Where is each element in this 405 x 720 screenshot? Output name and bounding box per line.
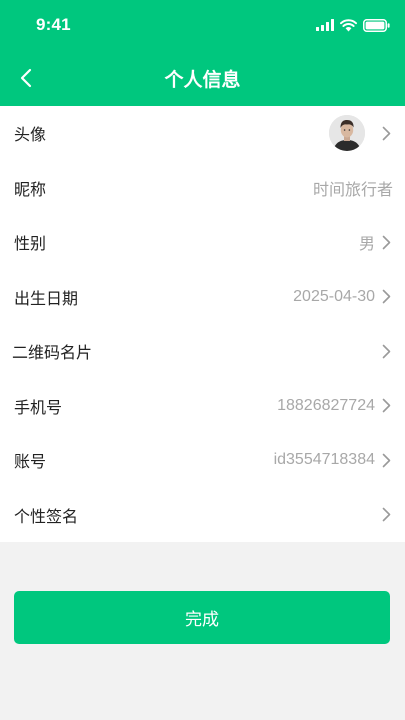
status-time: 9:41 [36, 15, 71, 34]
chevron-right-icon [381, 289, 391, 305]
page-title: 个人信息 [164, 69, 241, 91]
row-label-birthday: 出生日期 [14, 288, 79, 308]
row-label-signature: 个性签名 [14, 506, 79, 526]
profile-info-list: 头像 昵称 时间旅行者 性别 男 出生日期 2025-04-30 二维码名片 手… [0, 106, 405, 542]
chevron-right-icon [381, 234, 391, 250]
row-label-qr-card: 二维码名片 [12, 343, 93, 363]
row-value-account: id3554718384 [273, 451, 375, 469]
row-label-account: 账号 [14, 452, 47, 472]
status-bar: 9:41 [0, 0, 405, 52]
row-label-phone: 手机号 [14, 397, 63, 417]
avatar[interactable] [329, 115, 365, 152]
avatar-photo-icon [329, 115, 365, 152]
row-signature[interactable]: 个性签名 [0, 488, 405, 543]
chevron-right-icon [381, 125, 391, 141]
row-nickname[interactable]: 昵称 时间旅行者 [0, 161, 405, 216]
row-qr-card[interactable]: 二维码名片 [0, 324, 405, 379]
chevron-right-icon [381, 507, 391, 523]
chevron-right-icon [381, 452, 391, 468]
row-value-birthday: 2025-04-30 [293, 287, 375, 305]
row-label-nickname: 昵称 [14, 179, 47, 199]
row-phone[interactable]: 手机号 18826827724 [0, 379, 405, 434]
wifi-icon [340, 18, 357, 31]
done-button[interactable]: 完成 [14, 591, 390, 644]
row-value-nickname: 时间旅行者 [312, 181, 393, 199]
row-label-gender: 性别 [14, 234, 47, 254]
row-value-gender: 男 [358, 236, 375, 254]
row-label-avatar: 头像 [14, 125, 47, 145]
row-value-phone: 18826827724 [277, 396, 375, 414]
battery-icon [363, 18, 390, 32]
signal-icon [316, 19, 334, 31]
nav-bar: 个人信息 [0, 52, 405, 106]
row-birthday[interactable]: 出生日期 2025-04-30 [0, 270, 405, 325]
row-gender[interactable]: 性别 男 [0, 215, 405, 270]
status-icons [316, 14, 390, 36]
row-avatar[interactable]: 头像 [0, 106, 405, 161]
chevron-right-icon [381, 343, 391, 359]
chevron-right-icon [381, 398, 391, 414]
row-account[interactable]: 账号 id3554718384 [0, 433, 405, 488]
